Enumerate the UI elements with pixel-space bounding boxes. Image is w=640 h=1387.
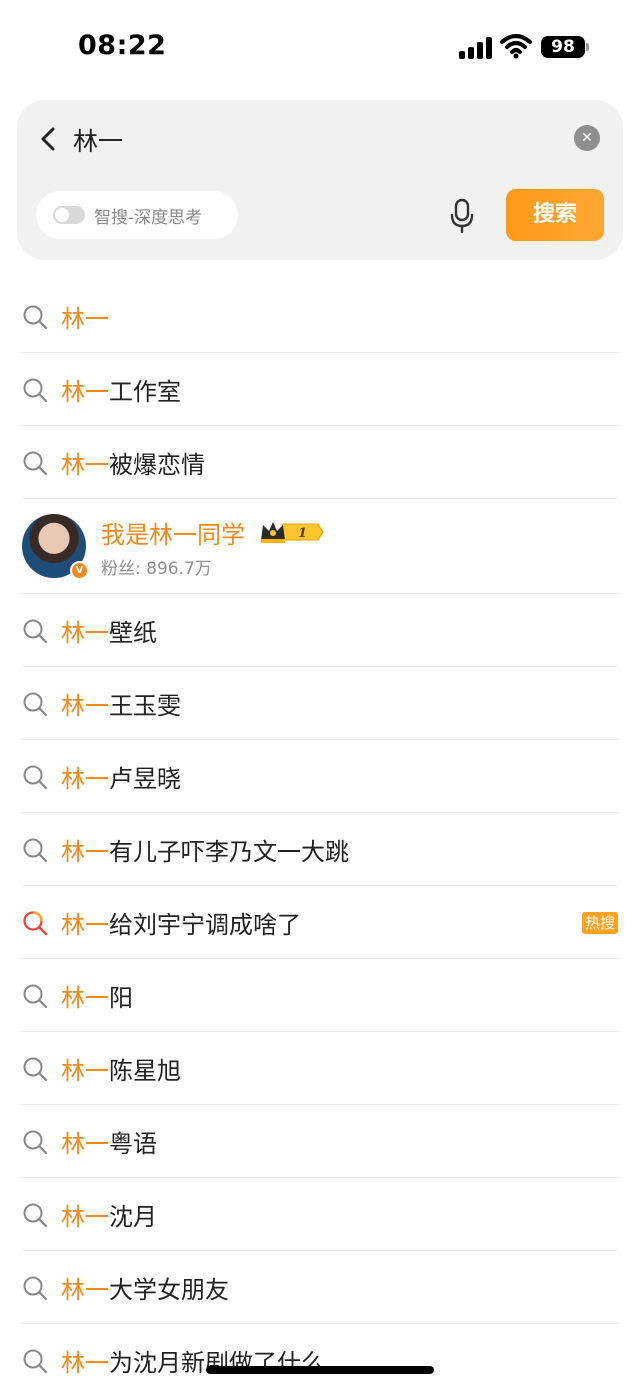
search-icon <box>23 378 48 403</box>
level-number: 1 <box>298 526 307 541</box>
search-icon <box>23 984 48 1009</box>
search-icon <box>23 838 48 863</box>
suggestion-item[interactable]: 林一被爆恋情 <box>22 426 618 499</box>
verified-icon: V <box>70 561 89 580</box>
wifi-icon <box>500 34 532 59</box>
suggestion-item[interactable]: 林一为沈月新剧做了什么 <box>22 1324 618 1387</box>
hot-search-icon <box>23 911 48 936</box>
microphone-icon[interactable] <box>449 198 475 234</box>
suggestion-text: 林一有儿子吓李乃文一大跳 <box>61 838 349 866</box>
back-arrow-icon[interactable] <box>35 122 63 156</box>
search-icon <box>23 305 48 330</box>
battery-tip <box>586 43 589 51</box>
suggestion-item[interactable]: 林一工作室 <box>22 353 618 426</box>
suggestion-text: 林一工作室 <box>61 378 181 406</box>
search-icon <box>23 1349 48 1374</box>
user-result-card[interactable]: V 我是林一同学 1 粉丝: 896.7万 <box>22 498 618 594</box>
cellular-signal-icon <box>459 37 493 59</box>
search-icon <box>23 765 48 790</box>
suggestion-text: 林一 <box>61 305 109 333</box>
suggestion-item[interactable]: 林一沈月 <box>22 1178 618 1251</box>
toggle-knob <box>55 208 69 222</box>
suggestion-item[interactable]: 林一有儿子吓李乃文一大跳 <box>22 813 618 886</box>
clear-icon[interactable]: ✕ <box>574 125 600 151</box>
battery-icon: 98 <box>541 36 585 58</box>
search-icon <box>23 692 48 717</box>
suggestion-item[interactable]: 林一壁纸 <box>22 594 618 667</box>
suggestion-text: 林一壁纸 <box>61 619 157 647</box>
suggestion-text: 林一大学女朋友 <box>61 1276 229 1304</box>
suggestion-text: 林一沈月 <box>61 1203 157 1231</box>
user-name: 我是林一同学 <box>101 521 245 549</box>
suggestion-item[interactable]: 林一大学女朋友 <box>22 1251 618 1324</box>
status-time: 08:22 <box>78 30 167 61</box>
search-icon <box>23 1130 48 1155</box>
search-panel: 林一 ✕ 智搜-深度思考 搜索 <box>17 100 623 260</box>
suggestion-text: 林一给刘宇宁调成啥了 <box>61 911 301 939</box>
suggestion-text: 林一被爆恋情 <box>61 451 205 479</box>
suggestion-text: 林一陈星旭 <box>61 1057 181 1085</box>
suggestion-item[interactable]: 林一阳 <box>22 959 618 1032</box>
search-button[interactable]: 搜索 <box>506 189 604 241</box>
home-indicator[interactable] <box>206 1366 434 1374</box>
hot-badge: 热搜 <box>581 912 618 934</box>
suggestion-text: 林一卢昱晓 <box>61 765 181 793</box>
suggestion-item[interactable]: 林一王玉雯 <box>22 667 618 740</box>
suggestion-text: 林一阳 <box>61 984 133 1012</box>
search-icon <box>23 619 48 644</box>
search-input[interactable]: 林一 <box>73 122 123 158</box>
crown-level-icon: 1 <box>261 522 324 543</box>
suggestion-item[interactable]: 林一陈星旭 <box>22 1032 618 1105</box>
search-icon <box>23 1057 48 1082</box>
suggestion-text: 林一王玉雯 <box>61 692 181 720</box>
toggle-switch[interactable] <box>53 206 85 224</box>
suggestion-item-hot[interactable]: 林一给刘宇宁调成啥了 热搜 <box>22 886 618 959</box>
fans-count: 粉丝: 896.7万 <box>101 559 212 579</box>
suggestion-item[interactable]: 林一粤语 <box>22 1105 618 1178</box>
suggestion-item[interactable]: 林一 <box>22 280 618 353</box>
search-icon <box>23 451 48 476</box>
search-icon <box>23 1276 48 1301</box>
suggestion-text: 林一粤语 <box>61 1130 157 1158</box>
suggestion-item[interactable]: 林一卢昱晓 <box>22 740 618 813</box>
status-bar: 08:22 98 <box>0 0 640 96</box>
search-icon <box>23 1203 48 1228</box>
deep-think-toggle[interactable]: 智搜-深度思考 <box>36 191 238 239</box>
deep-think-label: 智搜-深度思考 <box>94 208 203 228</box>
